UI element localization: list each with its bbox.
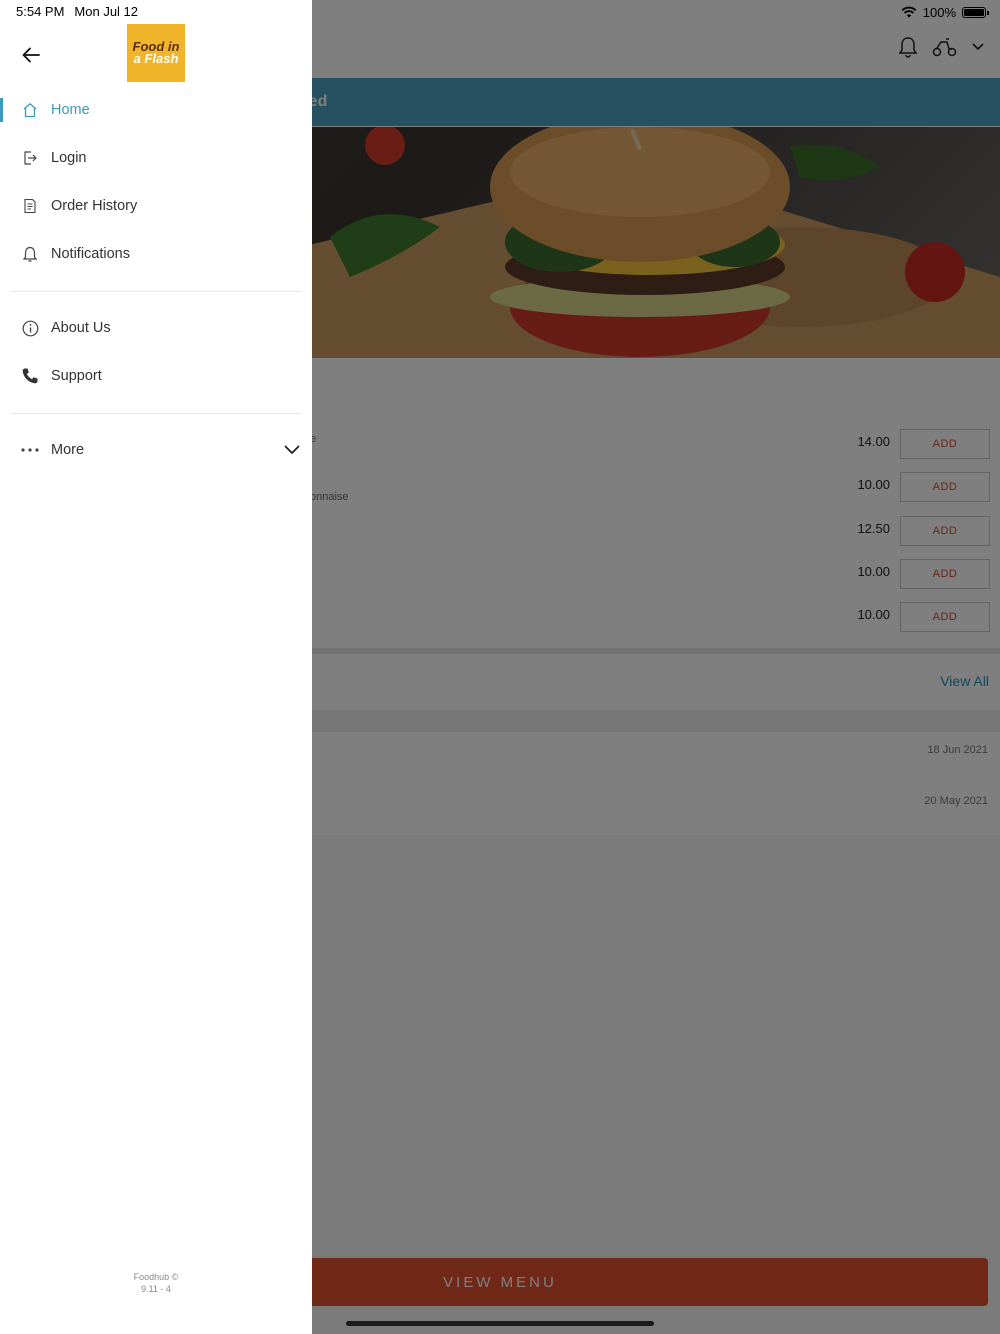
menu-item-price: 12.50	[857, 521, 890, 536]
status-time: 5:54 PM	[16, 4, 65, 19]
chevron-down-icon[interactable]	[284, 442, 300, 460]
navigation-drawer: 5:54 PM Mon Jul 12 Food in a Flash Home …	[0, 0, 312, 1334]
back-button[interactable]	[18, 42, 44, 68]
nav-item-home[interactable]: Home	[0, 90, 312, 130]
restaurant-logo: Food in a Flash	[127, 24, 185, 82]
wifi-icon	[901, 6, 917, 18]
login-icon	[20, 148, 40, 168]
add-button[interactable]: ADD	[900, 429, 990, 459]
logo-text-line2: a Flash	[133, 51, 179, 66]
home-icon	[20, 100, 40, 120]
add-button[interactable]: ADD	[900, 559, 990, 589]
view-all-link[interactable]: View All	[940, 673, 989, 689]
footer-version: 9.11 - 4	[141, 1284, 171, 1294]
footer-brand: Foodhub ©	[133, 1272, 179, 1282]
battery-percent: 100%	[922, 4, 956, 20]
nav-item-about-us[interactable]: About Us	[0, 308, 312, 348]
nav-item-login[interactable]: Login	[0, 138, 312, 178]
arrow-left-icon	[22, 47, 40, 63]
app-version-footer: Foodhub © 9.11 - 4	[0, 1271, 312, 1295]
phone-icon	[20, 366, 40, 386]
menu-item-price: 14.00	[857, 434, 890, 449]
nav-item-label: More	[51, 442, 85, 458]
nav-item-label: Notifications	[51, 246, 130, 262]
menu-item-price: 10.00	[857, 477, 890, 492]
nav-item-support[interactable]: Support	[0, 356, 312, 396]
chevron-down-icon[interactable]	[972, 43, 984, 51]
status-date: Mon Jul 12	[74, 4, 139, 19]
status-bar-right: 100%	[901, 4, 989, 20]
order-date: 18 Jun 2021	[927, 744, 988, 756]
add-button[interactable]: ADD	[900, 516, 990, 546]
bell-icon	[20, 244, 40, 264]
nav-item-label: Support	[51, 368, 102, 384]
menu-item-description: onnaise	[310, 491, 349, 503]
bell-icon[interactable]	[898, 36, 918, 58]
order-date: 20 May 2021	[924, 795, 988, 807]
menu-item-price: 10.00	[857, 564, 890, 579]
dots-icon	[20, 440, 40, 460]
drawer-divider	[11, 413, 301, 414]
battery-icon	[962, 6, 989, 18]
add-button[interactable]: ADD	[900, 472, 990, 502]
nav-item-label: Order History	[51, 198, 138, 214]
drawer-divider	[11, 291, 301, 292]
nav-item-label: Home	[51, 102, 90, 118]
nav-item-more[interactable]: More	[0, 430, 312, 470]
status-bar-left: 5:54 PM Mon Jul 12	[16, 4, 138, 19]
nav-item-label: About Us	[51, 320, 111, 336]
info-icon	[20, 318, 40, 338]
receipt-icon	[20, 196, 40, 216]
header-actions	[898, 36, 984, 58]
delivery-scooter-icon[interactable]	[932, 37, 958, 57]
nav-item-notifications[interactable]: Notifications	[0, 234, 312, 274]
nav-item-order-history[interactable]: Order History	[0, 186, 312, 226]
menu-item-price: 10.00	[857, 607, 890, 622]
nav-item-label: Login	[51, 150, 87, 166]
add-button[interactable]: ADD	[900, 602, 990, 632]
home-indicator	[346, 1321, 654, 1326]
